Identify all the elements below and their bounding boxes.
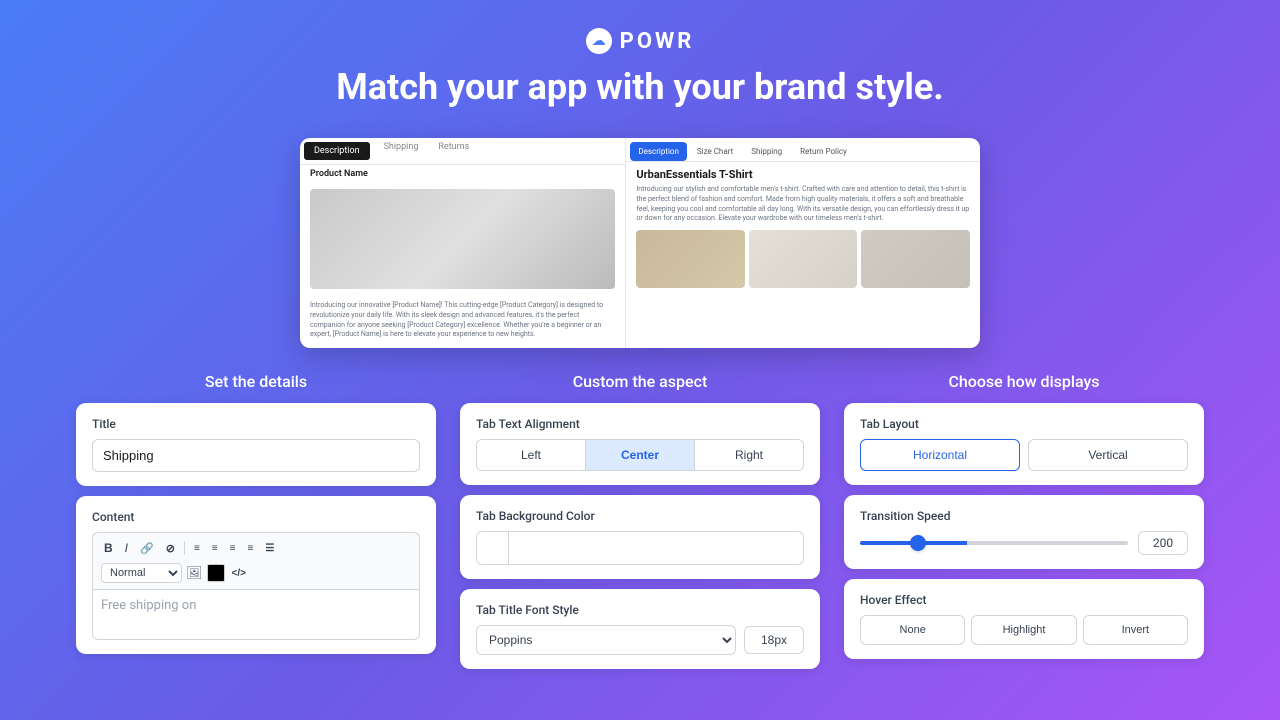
preview-tabs-left: Description Shipping Returns — [300, 138, 625, 165]
align-left-button[interactable]: ≡ — [191, 541, 203, 556]
hover-card: Hover Effect None Highlight Invert — [844, 579, 1204, 659]
preview-tab-description-left[interactable]: Description — [304, 142, 370, 160]
preview-tab-shipping-left[interactable]: Shipping — [374, 138, 429, 164]
content-card: Content B I 🔗 ⊘ ≡ ≡ ≡ ≡ ☰ Normal Heading… — [76, 496, 436, 654]
preview-left: Description Shipping Returns Product Nam… — [300, 138, 626, 348]
logo-text: POWR — [620, 29, 695, 54]
align-right-btn[interactable]: Right — [695, 440, 803, 470]
powr-logo-icon — [586, 28, 612, 54]
speed-value: 200 — [1138, 531, 1188, 555]
align-right-button[interactable]: ≡ — [227, 541, 239, 556]
set-details-title: Set the details — [76, 372, 436, 391]
speed-slider[interactable] — [860, 541, 1128, 545]
preview-images-row — [636, 230, 970, 288]
how-displays-title: Choose how displays — [844, 372, 1204, 391]
text-color-swatch[interactable] — [207, 564, 225, 582]
layout-label: Tab Layout — [860, 417, 1188, 431]
preview-tab-returns-left[interactable]: Returns — [428, 138, 479, 164]
title-input[interactable] — [92, 439, 420, 472]
preview-product-img-1 — [636, 230, 745, 288]
title-card: Title — [76, 403, 436, 486]
bg-color-card: Tab Background Color — [460, 495, 820, 579]
italic-button[interactable]: I — [122, 539, 131, 557]
editor-toolbar: B I 🔗 ⊘ ≡ ≡ ≡ ≡ ☰ Normal Heading 1 Headi… — [92, 532, 420, 590]
alignment-btn-group: Left Center Right — [476, 439, 804, 471]
code-button[interactable]: </> — [229, 566, 249, 581]
title-label: Title — [92, 417, 420, 431]
editor-body[interactable]: Free shipping on — [92, 590, 420, 640]
preview-container: Description Shipping Returns Product Nam… — [0, 128, 1280, 364]
toolbar-sep-1 — [184, 541, 185, 555]
section-how-displays: Choose how displays Tab Layout Horizonta… — [844, 372, 1204, 679]
content-label: Content — [92, 510, 420, 524]
font-style-select[interactable]: Normal Heading 1 Heading 2 — [101, 563, 182, 583]
preview-product-name: Product Name — [300, 165, 625, 181]
font-card: Tab Title Font Style Poppins Roboto Aria… — [460, 589, 820, 669]
header: POWR Match your app with your brand styl… — [0, 0, 1280, 128]
sections: Set the details Title Content B I 🔗 ⊘ ≡ … — [0, 364, 1280, 687]
indent-button[interactable]: ≡ — [244, 541, 256, 556]
preview-product-img-3 — [861, 230, 970, 288]
color-input-row — [476, 531, 804, 565]
hover-label: Hover Effect — [860, 593, 1188, 607]
alignment-label: Tab Text Alignment — [476, 417, 804, 431]
layout-vertical-btn[interactable]: Vertical — [1028, 439, 1188, 471]
layout-btn-group: Horizontal Vertical — [860, 439, 1188, 471]
preview-product-title: UrbanEssentials T-Shirt — [636, 168, 970, 181]
hover-highlight-btn[interactable]: Highlight — [971, 615, 1076, 645]
image-insert-icon[interactable]: 🖼 — [186, 566, 203, 581]
preview-tabs-right: Description Size Chart Shipping Return P… — [626, 138, 980, 162]
align-center-button[interactable]: ≡ — [209, 541, 221, 556]
bg-color-label: Tab Background Color — [476, 509, 804, 523]
preview-desc-text: Introducing our innovative [Product Name… — [300, 297, 625, 344]
font-size-input[interactable] — [744, 626, 804, 654]
alignment-card: Tab Text Alignment Left Center Right — [460, 403, 820, 485]
list-button[interactable]: ☰ — [262, 541, 277, 556]
hover-btn-group: None Highlight Invert — [860, 615, 1188, 645]
headline: Match your app with your brand style. — [0, 66, 1280, 108]
preview-tab-return-right[interactable]: Return Policy — [792, 142, 855, 161]
section-custom-aspect: Custom the aspect Tab Text Alignment Lef… — [460, 372, 820, 679]
speed-card: Transition Speed 200 — [844, 495, 1204, 569]
preview-tab-desc-right[interactable]: Description — [630, 142, 687, 161]
preview-product-image — [310, 189, 615, 289]
color-preview[interactable] — [477, 532, 509, 564]
hover-invert-btn[interactable]: Invert — [1083, 615, 1188, 645]
logo: POWR — [0, 28, 1280, 54]
layout-card: Tab Layout Horizontal Vertical — [844, 403, 1204, 485]
align-center-btn[interactable]: Center — [586, 440, 695, 470]
preview-image-inner — [310, 189, 615, 289]
align-left-btn[interactable]: Left — [477, 440, 586, 470]
preview-product-img-2 — [749, 230, 858, 288]
custom-aspect-title: Custom the aspect — [460, 372, 820, 391]
speed-label: Transition Speed — [860, 509, 1188, 523]
preview-product-desc: Introducing our stylish and comfortable … — [636, 185, 970, 224]
slider-row: 200 — [860, 531, 1188, 555]
hover-none-btn[interactable]: None — [860, 615, 965, 645]
bold-button[interactable]: B — [101, 539, 116, 557]
editor-content: Free shipping on — [101, 598, 196, 613]
font-row: Poppins Roboto Arial — [476, 625, 804, 655]
font-family-select[interactable]: Poppins Roboto Arial — [476, 625, 736, 655]
preview-right-content: UrbanEssentials T-Shirt Introducing our … — [626, 162, 980, 294]
section-set-details: Set the details Title Content B I 🔗 ⊘ ≡ … — [76, 372, 436, 679]
layout-horizontal-btn[interactable]: Horizontal — [860, 439, 1020, 471]
erase-button[interactable]: ⊘ — [163, 540, 178, 557]
preview-box: Description Shipping Returns Product Nam… — [300, 138, 980, 348]
link-button[interactable]: 🔗 — [137, 540, 157, 557]
font-label: Tab Title Font Style — [476, 603, 804, 617]
preview-right: Description Size Chart Shipping Return P… — [626, 138, 980, 348]
preview-tab-size-right[interactable]: Size Chart — [689, 142, 741, 161]
preview-tab-ship-right[interactable]: Shipping — [743, 142, 790, 161]
